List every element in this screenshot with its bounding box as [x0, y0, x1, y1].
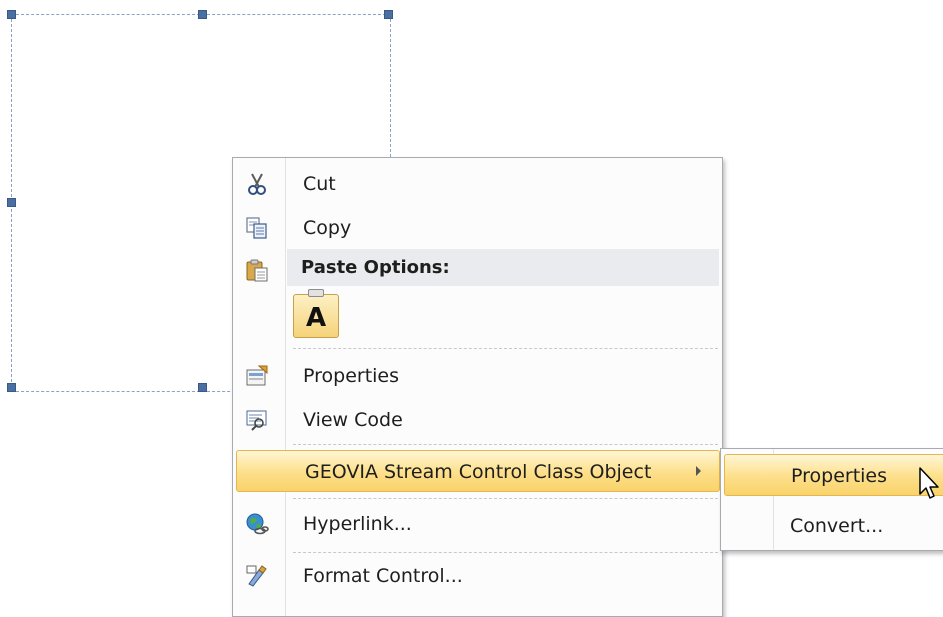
resize-handle-middle-left[interactable] [7, 198, 16, 207]
submenu-item-properties-label: Properties [791, 465, 888, 487]
resize-handle-bottom-middle[interactable] [198, 383, 207, 392]
menu-item-properties-label: Properties [303, 365, 400, 387]
resize-handle-top-right[interactable] [384, 10, 393, 19]
menu-separator [293, 498, 718, 499]
menu-item-format-control[interactable]: Format Control... [235, 556, 720, 596]
menu-item-stream-control-object-label: GEOVIA Stream Control Class Object [305, 461, 652, 483]
paste-icon [245, 258, 269, 282]
copy-icon [245, 216, 269, 240]
hyperlink-globe-icon [245, 512, 269, 536]
menu-item-copy[interactable]: Copy [235, 208, 720, 248]
submenu-arrow-icon [696, 466, 701, 476]
menu-item-cut[interactable]: Cut [235, 164, 720, 204]
resize-handle-top-middle[interactable] [198, 10, 207, 19]
clipboard-clip-icon [308, 289, 324, 297]
context-menu: Cut Copy Paste Options: A Properties Vie… [232, 157, 723, 617]
menu-item-format-control-label: Format Control... [303, 565, 463, 587]
paste-keep-text-icon: A [305, 303, 327, 333]
menu-item-hyperlink-label: Hyperlink... [303, 513, 412, 535]
menu-item-cut-label: Cut [303, 173, 336, 195]
view-code-icon [245, 408, 269, 432]
menu-separator [293, 444, 718, 445]
paste-options-header: Paste Options: [287, 249, 719, 286]
menu-item-properties[interactable]: Properties [235, 356, 720, 396]
menu-item-hyperlink[interactable]: Hyperlink... [235, 504, 720, 544]
menu-item-stream-control-object[interactable]: GEOVIA Stream Control Class Object [236, 450, 720, 492]
object-submenu: Properties Convert... [720, 448, 943, 551]
resize-handle-bottom-left[interactable] [7, 383, 16, 392]
mouse-cursor-icon [919, 467, 939, 499]
menu-separator [293, 348, 718, 349]
menu-item-view-code-label: View Code [303, 409, 403, 431]
submenu-item-convert-label: Convert... [790, 515, 884, 537]
paste-keep-text-only-button[interactable]: A [293, 289, 339, 338]
menu-item-copy-label: Copy [303, 217, 352, 239]
scissors-icon [245, 172, 269, 196]
resize-handle-top-left[interactable] [7, 10, 16, 19]
paste-options-label: Paste Options: [301, 257, 450, 278]
submenu-item-convert[interactable]: Convert... [724, 505, 943, 547]
submenu-item-properties[interactable]: Properties [724, 454, 943, 496]
format-control-icon [245, 564, 269, 588]
menu-item-view-code[interactable]: View Code [235, 400, 720, 440]
menu-separator [293, 552, 718, 553]
properties-icon [245, 364, 269, 388]
